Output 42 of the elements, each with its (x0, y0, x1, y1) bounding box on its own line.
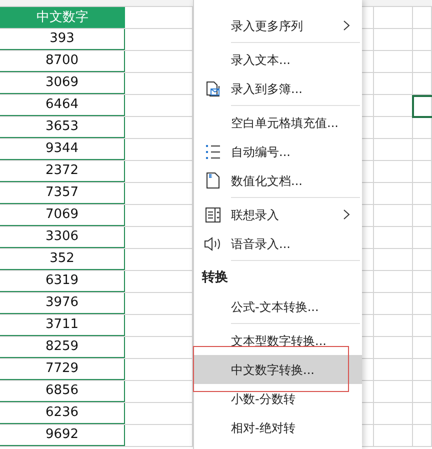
table-cell: 6464 (0, 95, 125, 116)
document-icon (206, 172, 220, 189)
menu-item[interactable]: 录入到多簿... (194, 74, 362, 103)
menu-item[interactable]: 公式-文本转换... (194, 292, 362, 321)
chevron-right-icon (343, 209, 350, 220)
table-cell: 352 (0, 249, 125, 270)
table-cell: 7729 (0, 359, 125, 380)
table-icon (204, 206, 220, 222)
document-icon (204, 80, 220, 97)
table-cell: 3711 (0, 315, 125, 336)
table-cell: 8700 (0, 51, 125, 72)
menu-section-title: 转换 (202, 268, 228, 287)
speaker-icon (204, 236, 222, 252)
menu-item[interactable]: 文本型数字转换... (194, 326, 362, 355)
column-header-cell: 中文数字 (0, 7, 125, 28)
menu-item[interactable]: 数值化文档... (194, 166, 362, 195)
menu-item[interactable]: 自动编号... (194, 137, 362, 166)
menu-item[interactable]: 联想录入 (194, 200, 362, 229)
table-cell: 8259 (0, 337, 125, 358)
menu-item[interactable]: 语音录入... (194, 229, 362, 258)
table-cell: 3306 (0, 227, 125, 248)
table-cell: 3976 (0, 293, 125, 314)
selected-cell[interactable] (412, 95, 432, 118)
menu-item[interactable]: 中文数字转换... (194, 355, 362, 384)
table-cell: 7357 (0, 183, 125, 204)
numbered-list-icon (204, 144, 220, 160)
table-cell: 6236 (0, 403, 125, 424)
table-cell: 6319 (0, 271, 125, 292)
menu-item[interactable]: 录入更多序列 (194, 11, 362, 40)
table-cell: 9344 (0, 139, 125, 160)
table-cell: 2372 (0, 161, 125, 182)
table-cell: 393 (0, 29, 125, 50)
menu-item[interactable]: 空白单元格填充值... (194, 108, 362, 137)
table-cell: 3653 (0, 117, 125, 138)
menu-item[interactable]: 录入文本... (194, 45, 362, 74)
table-cell: 7069 (0, 205, 125, 226)
table-cell: 3069 (0, 73, 125, 94)
menu-item[interactable]: 相对-绝对转 (194, 413, 362, 442)
menu-item[interactable]: 小数-分数转 (194, 384, 362, 413)
chevron-right-icon (343, 20, 350, 31)
table-cell: 9692 (0, 425, 125, 446)
table-cell: 6856 (0, 381, 125, 402)
